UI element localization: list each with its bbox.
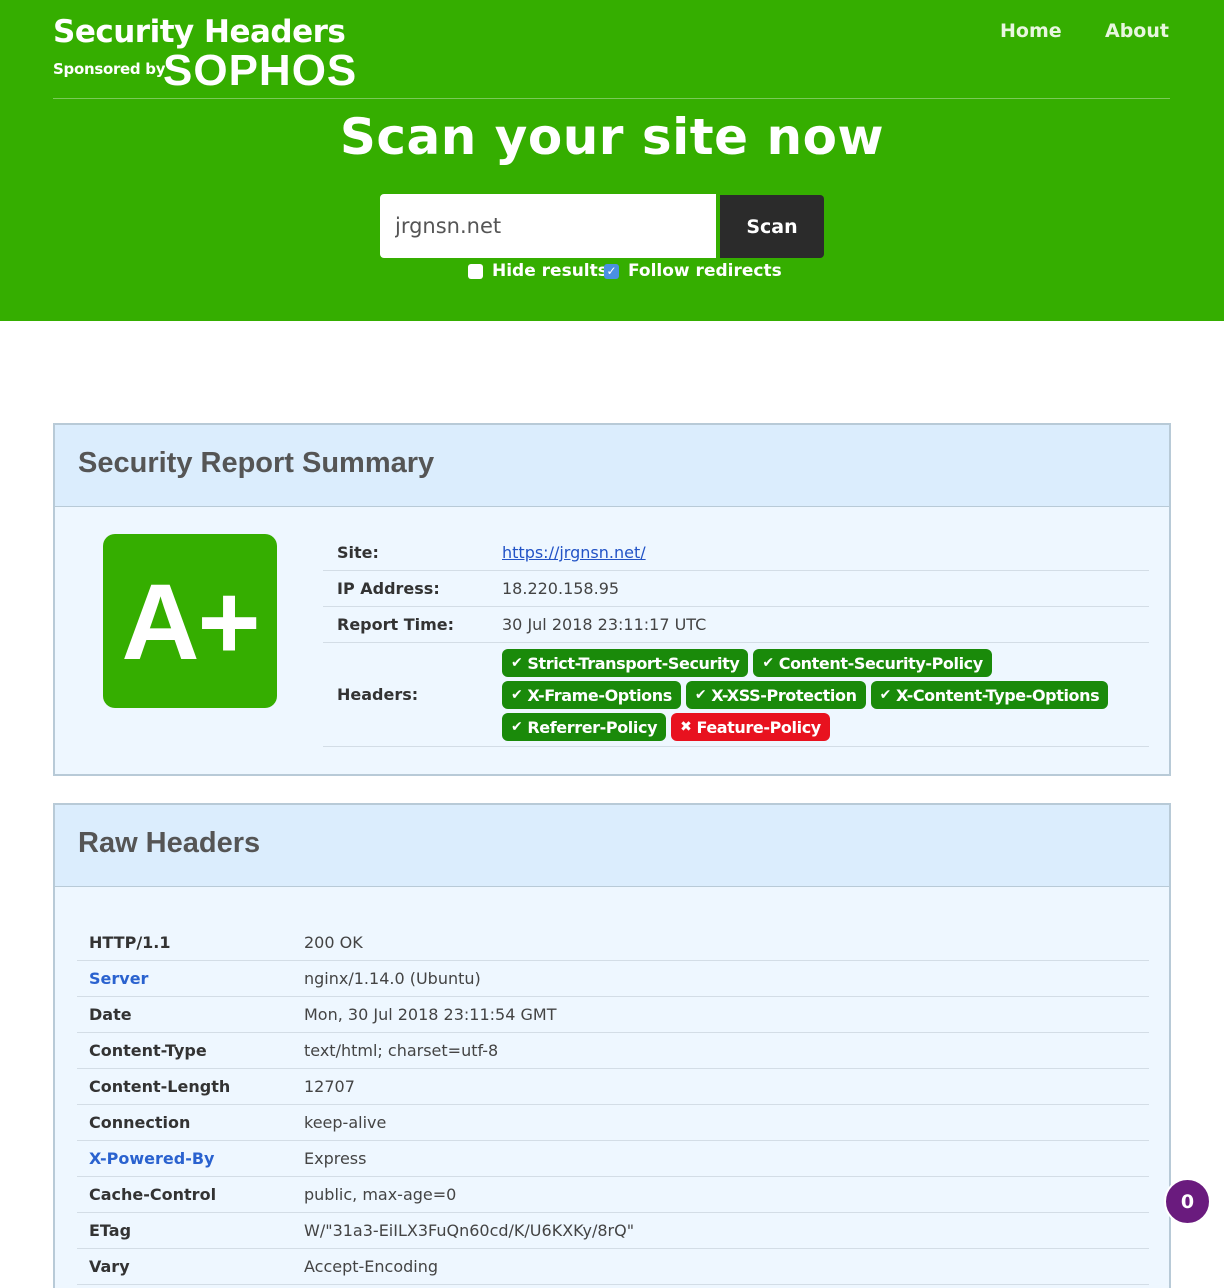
- header-badges: ✔ Strict-Transport-Security ✔ Content-Secur…: [502, 649, 1142, 741]
- site-row: Site: https://jrgnsn.net/: [323, 535, 1149, 571]
- raw-header-value: Accept-Encoding: [304, 1257, 439, 1276]
- header-badge-referrer-policy[interactable]: ✔ Referrer-Policy: [502, 713, 667, 741]
- check-icon: ✔: [879, 687, 892, 703]
- scan-button[interactable]: Scan: [720, 195, 824, 258]
- grade-badge: A+: [103, 534, 277, 708]
- cross-icon: ✖: [680, 719, 692, 735]
- raw-header-key: HTTP/1.1: [89, 933, 171, 952]
- raw-header-key: Vary: [89, 1257, 130, 1276]
- raw-header-value: Express: [304, 1149, 367, 1168]
- follow-redirects-checkbox[interactable]: ✓: [604, 263, 619, 279]
- raw-header-value: W/"31a3-EiILX3FuQn60cd/K/U6KXKy/8rQ": [304, 1221, 635, 1240]
- table-row: Connection keep-alive: [77, 1105, 1149, 1141]
- raw-header-value: nginx/1.14.0 (Ubuntu): [304, 969, 481, 988]
- check-icon: ✔: [511, 687, 523, 703]
- header-badge-x-xss-protection[interactable]: ✔ X-XSS-Protection: [685, 681, 866, 709]
- hide-results-checkbox[interactable]: [468, 263, 483, 279]
- header-badge-strict-transport-security[interactable]: ✔ Strict-Transport-Security: [502, 649, 749, 677]
- raw-header-value: public, max-age=0: [304, 1185, 457, 1204]
- raw-headers-title: Raw Headers: [55, 805, 1169, 887]
- raw-header-key: Cache-Control: [89, 1185, 217, 1204]
- raw-header-value: text/html; charset=utf-8: [304, 1041, 499, 1060]
- table-row: Vary Accept-Encoding: [77, 1249, 1149, 1285]
- hero-banner: Security Headers Sponsored by SOPHOS Hom…: [0, 0, 1224, 321]
- ip-row: IP Address: 18.220.158.95: [323, 571, 1149, 607]
- header-badge-label: X-XSS-Protection: [711, 685, 857, 705]
- scan-url-input[interactable]: [380, 194, 716, 258]
- security-report-summary-panel: Security Report Summary A+ Site: https:/…: [53, 423, 1171, 776]
- report-time-label: Report Time:: [337, 615, 455, 634]
- raw-header-value: 200 OK: [304, 933, 363, 952]
- nav-home-link[interactable]: Home: [1000, 20, 1062, 42]
- headers-row: Headers: ✔ Strict-Transport-Security ✔ Cont…: [323, 643, 1149, 747]
- nav-about-link[interactable]: About: [1105, 20, 1169, 42]
- raw-header-value: Mon, 30 Jul 2018 23:11:54 GMT: [304, 1005, 557, 1024]
- notification-counter[interactable]: 0: [1164, 1178, 1211, 1225]
- check-icon: ✔: [694, 687, 707, 703]
- table-row: X-Powered-By Express: [77, 1141, 1149, 1177]
- sophos-logo[interactable]: SOPHOS: [163, 46, 357, 96]
- header-badge-label: Strict-Transport-Security: [527, 653, 740, 673]
- check-icon: ✔: [511, 655, 523, 671]
- header-badge-feature-policy[interactable]: ✖ Feature-Policy: [671, 713, 830, 741]
- headers-label: Headers:: [337, 685, 419, 704]
- table-row: Date Mon, 30 Jul 2018 23:11:54 GMT: [77, 997, 1149, 1033]
- raw-header-value: 12707: [304, 1077, 355, 1096]
- raw-headers-table: HTTP/1.1 200 OK Server nginx/1.14.0 (Ubuntu…: [77, 925, 1149, 1285]
- raw-header-key: Date: [89, 1005, 132, 1024]
- raw-header-key: ETag: [89, 1221, 132, 1240]
- header-badge-label: Feature-Policy: [696, 717, 821, 737]
- sponsored-by-text: Sponsored by: [53, 60, 166, 78]
- table-row: ETag W/"31a3-EiILX3FuQn60cd/K/U6KXKy/8rQ": [77, 1213, 1149, 1249]
- check-icon: ✔: [511, 719, 523, 735]
- raw-headers-panel: Raw Headers HTTP/1.1 200 OK Server nginx/1.…: [53, 803, 1171, 1288]
- report-time-row: Report Time: 30 Jul 2018 23:11:17 UTC: [323, 607, 1149, 643]
- header-badge-label: Referrer-Policy: [527, 717, 658, 737]
- raw-header-key: Content-Length: [89, 1077, 231, 1096]
- site-title[interactable]: Security Headers: [53, 14, 346, 50]
- table-row: Content-Length 12707: [77, 1069, 1149, 1105]
- hide-results-label: Hide results: [492, 261, 608, 281]
- follow-redirects-option[interactable]: ✓ Follow redirects: [604, 261, 782, 281]
- raw-header-key[interactable]: Server: [89, 969, 148, 988]
- hide-results-option[interactable]: Hide results: [468, 261, 608, 281]
- header-badge-content-security-policy[interactable]: ✔ Content-Security-Policy: [753, 649, 992, 677]
- raw-header-value: keep-alive: [304, 1113, 387, 1132]
- table-row: HTTP/1.1 200 OK: [77, 925, 1149, 961]
- ip-label: IP Address:: [337, 579, 440, 598]
- header-badge-label: Content-Security-Policy: [778, 653, 983, 673]
- raw-header-key: Content-Type: [89, 1041, 207, 1060]
- follow-redirects-label: Follow redirects: [628, 261, 782, 281]
- summary-panel-title: Security Report Summary: [55, 425, 1169, 507]
- raw-header-key: Connection: [89, 1113, 191, 1132]
- header-badge-x-frame-options[interactable]: ✔ X-Frame-Options: [502, 681, 681, 709]
- table-row: Content-Type text/html; charset=utf-8: [77, 1033, 1149, 1069]
- check-icon: ✔: [762, 655, 774, 671]
- table-row: Cache-Control public, max-age=0: [77, 1177, 1149, 1213]
- raw-header-key[interactable]: X-Powered-By: [89, 1149, 214, 1168]
- header-badge-label: X-Frame-Options: [527, 685, 672, 705]
- ip-value: 18.220.158.95: [502, 579, 620, 598]
- header-divider: [53, 98, 1170, 99]
- site-label: Site:: [337, 543, 379, 562]
- table-row: Server nginx/1.14.0 (Ubuntu): [77, 961, 1149, 997]
- header-badge-label: X-Content-Type-Options: [895, 685, 1100, 705]
- header-badge-x-content-type-options[interactable]: ✔ X-Content-Type-Options: [870, 681, 1109, 709]
- report-time-value: 30 Jul 2018 23:11:17 UTC: [502, 615, 707, 634]
- site-link[interactable]: https://jrgnsn.net/: [502, 543, 646, 562]
- scan-heading: Scan your site now: [339, 108, 885, 166]
